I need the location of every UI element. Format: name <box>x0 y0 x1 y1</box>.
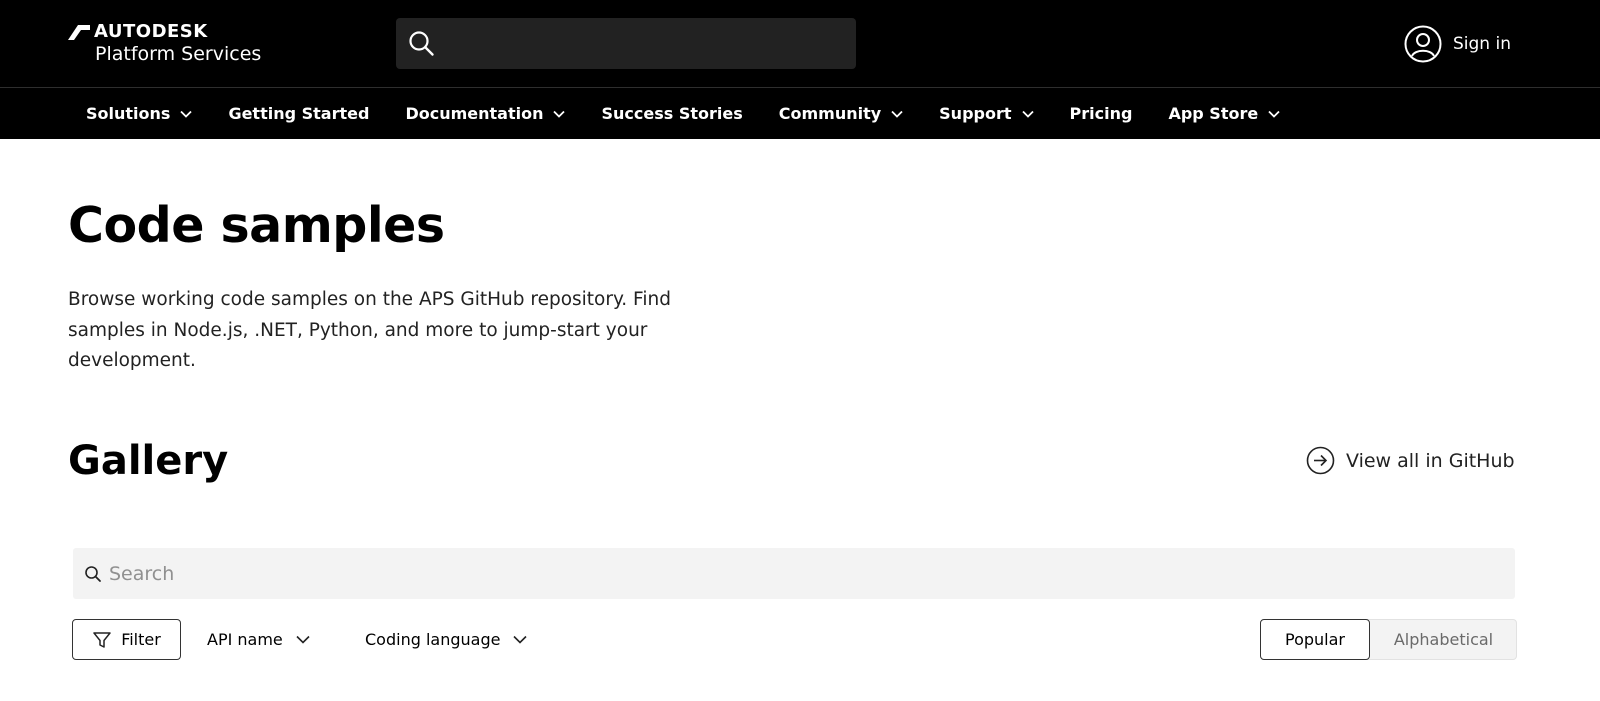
nav-item-support[interactable]: Support <box>939 104 1034 123</box>
api-name-label: API name <box>207 630 283 649</box>
logo-product-text: Platform Services <box>95 43 262 65</box>
nav-item-label: Community <box>778 104 882 123</box>
nav-item-label: Getting Started <box>228 104 370 123</box>
autodesk-logo-icon <box>68 25 90 40</box>
top-header: AUTODESK Platform Services Sign in <box>0 0 1600 88</box>
gallery-search-box <box>73 548 1515 599</box>
gallery-search-input[interactable] <box>109 562 1489 585</box>
sort-alphabetical-button[interactable]: Alphabetical <box>1370 619 1517 660</box>
nav-item-label: Pricing <box>1069 104 1133 123</box>
coding-language-label: Coding language <box>365 630 501 649</box>
view-all-github-link[interactable]: View all in GitHub <box>1306 446 1515 475</box>
chevron-down-icon <box>296 635 310 644</box>
funnel-icon <box>93 631 111 648</box>
search-icon[interactable] <box>408 30 435 57</box>
nav-item-app-store[interactable]: App Store <box>1168 104 1280 123</box>
filter-button[interactable]: Filter <box>72 619 181 660</box>
sort-toggle: Popular Alphabetical <box>1260 619 1517 660</box>
view-all-github-label: View all in GitHub <box>1346 449 1515 472</box>
nav-item-label: Documentation <box>405 104 544 123</box>
filter-label: Filter <box>121 630 161 649</box>
header-search-box[interactable] <box>396 18 856 69</box>
chevron-down-icon <box>1021 110 1034 118</box>
sign-in-label: Sign in <box>1453 34 1511 54</box>
logo-brand-text: AUTODESK <box>94 21 208 42</box>
search-icon <box>85 565 101 582</box>
nav-item-getting-started[interactable]: Getting Started <box>228 104 369 123</box>
intro-text: Browse working code samples on the APS G… <box>68 289 671 371</box>
chevron-down-icon <box>1268 110 1280 118</box>
gallery-heading: Gallery <box>68 438 229 484</box>
chevron-down-icon <box>513 635 528 644</box>
chevron-down-icon <box>553 110 566 118</box>
sort-popular-button[interactable]: Popular <box>1260 619 1370 660</box>
main-nav: Solutions Getting Started Documentation … <box>0 88 1600 139</box>
page-title: Code samples <box>68 197 445 254</box>
chevron-down-icon <box>891 110 903 118</box>
nav-item-documentation[interactable]: Documentation <box>405 104 566 123</box>
nav-item-pricing[interactable]: Pricing <box>1070 104 1133 123</box>
coding-language-dropdown[interactable]: Coding language <box>365 619 528 660</box>
nav-item-label: Solutions <box>86 104 171 123</box>
nav-item-label: Support <box>939 104 1012 123</box>
nav-item-solutions[interactable]: Solutions <box>86 104 193 123</box>
chevron-down-icon <box>180 110 193 118</box>
nav-item-label: Success Stories <box>601 104 743 123</box>
nav-item-success-stories[interactable]: Success Stories <box>601 104 742 123</box>
api-name-dropdown[interactable]: API name <box>207 619 310 660</box>
sign-in-button[interactable]: Sign in <box>1404 24 1511 64</box>
nav-item-label: App Store <box>1168 104 1259 123</box>
arrow-right-circle-icon <box>1306 446 1335 475</box>
user-icon <box>1404 25 1442 63</box>
nav-item-community[interactable]: Community <box>779 104 903 123</box>
